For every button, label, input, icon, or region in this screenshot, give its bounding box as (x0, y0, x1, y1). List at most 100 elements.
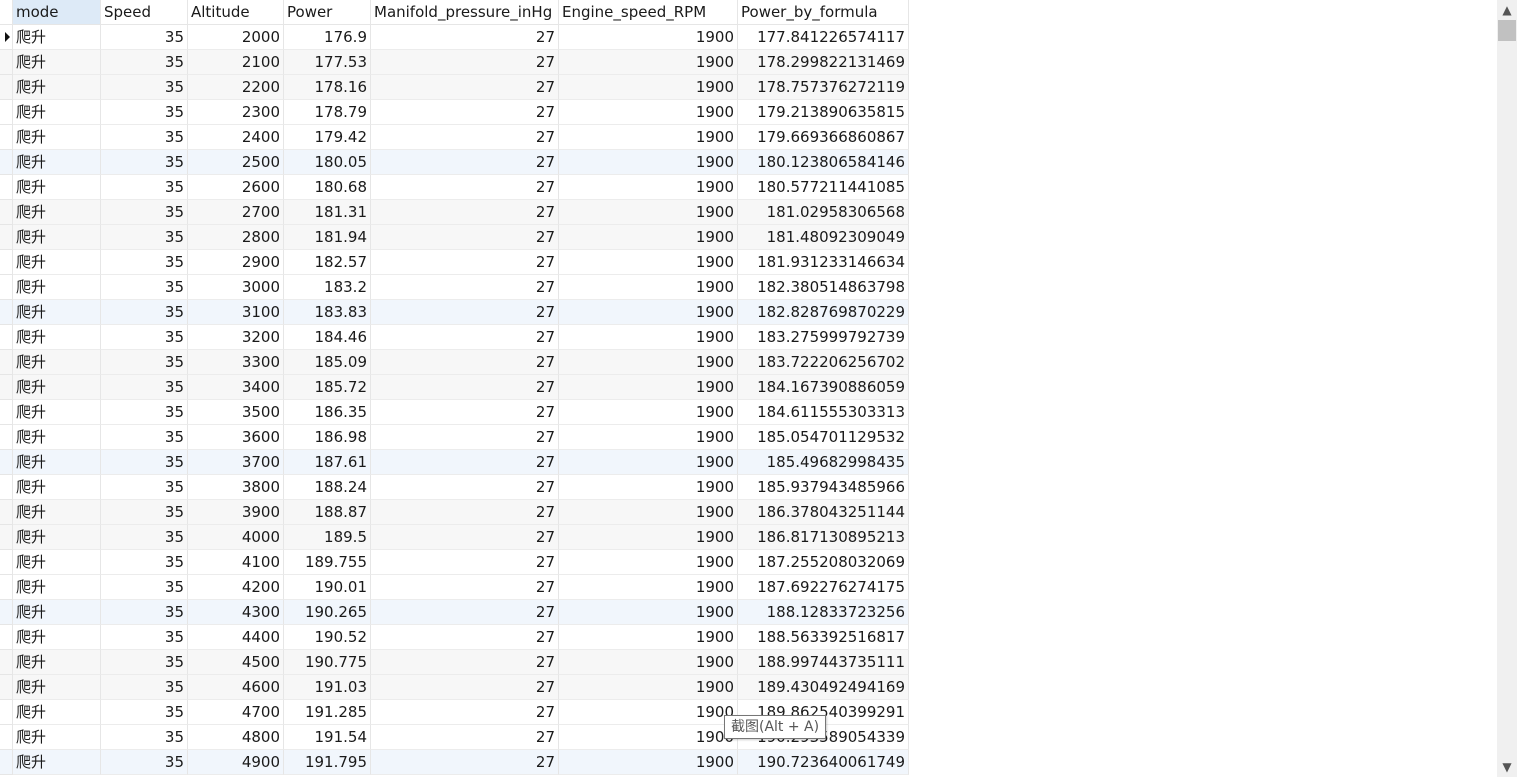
row-selector[interactable] (0, 575, 13, 600)
table-row[interactable]: 爬升 35 3200 184.46 27 1900 183.275999792739 (0, 325, 909, 350)
cell-engine-speed[interactable]: 1900 (559, 400, 738, 425)
cell-mode[interactable]: 爬升 (13, 475, 101, 500)
cell-power-by-formula[interactable]: 186.378043251144 (738, 500, 909, 525)
cell-power[interactable]: 179.42 (284, 125, 371, 150)
table-row[interactable]: 爬升 35 3900 188.87 27 1900 186.378043251144 (0, 500, 909, 525)
row-selector[interactable] (0, 100, 13, 125)
cell-speed[interactable]: 35 (101, 350, 188, 375)
cell-mode[interactable]: 爬升 (13, 125, 101, 150)
cell-engine-speed[interactable]: 1900 (559, 25, 738, 50)
cell-mode[interactable]: 爬升 (13, 275, 101, 300)
cell-speed[interactable]: 35 (101, 675, 188, 700)
cell-power[interactable]: 181.31 (284, 200, 371, 225)
row-selector[interactable] (0, 675, 13, 700)
table-row[interactable]: 爬升 35 2400 179.42 27 1900 179.669366860867 (0, 125, 909, 150)
cell-speed[interactable]: 35 (101, 550, 188, 575)
cell-speed[interactable]: 35 (101, 425, 188, 450)
cell-manifold-pressure[interactable]: 27 (371, 400, 559, 425)
cell-mode[interactable]: 爬升 (13, 450, 101, 475)
cell-altitude[interactable]: 2600 (188, 175, 284, 200)
cell-manifold-pressure[interactable]: 27 (371, 625, 559, 650)
cell-altitude[interactable]: 2000 (188, 25, 284, 50)
cell-manifold-pressure[interactable]: 27 (371, 375, 559, 400)
cell-engine-speed[interactable]: 1900 (559, 625, 738, 650)
row-selector[interactable] (0, 550, 13, 575)
table-row[interactable]: 爬升 35 4200 190.01 27 1900 187.692276274175 (0, 575, 909, 600)
cell-mode[interactable]: 爬升 (13, 325, 101, 350)
cell-mode[interactable]: 爬升 (13, 25, 101, 50)
cell-power-by-formula[interactable]: 188.997443735111 (738, 650, 909, 675)
cell-mode[interactable]: 爬升 (13, 500, 101, 525)
cell-manifold-pressure[interactable]: 27 (371, 325, 559, 350)
row-selector[interactable] (0, 600, 13, 625)
table-row[interactable]: 爬升 35 4300 190.265 27 1900 188.12833723256 (0, 600, 909, 625)
cell-power-by-formula[interactable]: 186.817130895213 (738, 525, 909, 550)
cell-power[interactable]: 182.57 (284, 250, 371, 275)
cell-power[interactable]: 189.5 (284, 525, 371, 550)
cell-power[interactable]: 191.03 (284, 675, 371, 700)
cell-engine-speed[interactable]: 1900 (559, 300, 738, 325)
cell-speed[interactable]: 35 (101, 625, 188, 650)
cell-power-by-formula[interactable]: 188.12833723256 (738, 600, 909, 625)
cell-mode[interactable]: 爬升 (13, 100, 101, 125)
row-selector[interactable] (0, 700, 13, 725)
cell-mode[interactable]: 爬升 (13, 575, 101, 600)
cell-altitude[interactable]: 3800 (188, 475, 284, 500)
column-header-speed[interactable]: Speed (101, 0, 188, 25)
cell-speed[interactable]: 35 (101, 450, 188, 475)
cell-speed[interactable]: 35 (101, 725, 188, 750)
cell-engine-speed[interactable]: 1900 (559, 125, 738, 150)
cell-speed[interactable]: 35 (101, 150, 188, 175)
table-row[interactable]: 爬升 35 2900 182.57 27 1900 181.931233146634 (0, 250, 909, 275)
cell-manifold-pressure[interactable]: 27 (371, 750, 559, 775)
table-row[interactable]: 爬升 35 3400 185.72 27 1900 184.167390886059 (0, 375, 909, 400)
cell-engine-speed[interactable]: 1900 (559, 250, 738, 275)
table-row[interactable]: 爬升 35 4400 190.52 27 1900 188.563392516817 (0, 625, 909, 650)
row-selector[interactable] (0, 350, 13, 375)
cell-mode[interactable]: 爬升 (13, 425, 101, 450)
cell-speed[interactable]: 35 (101, 325, 188, 350)
cell-engine-speed[interactable]: 1900 (559, 725, 738, 750)
cell-engine-speed[interactable]: 1900 (559, 475, 738, 500)
column-header-manifold-pressure[interactable]: Manifold_pressure_inHg (371, 0, 559, 25)
cell-manifold-pressure[interactable]: 27 (371, 125, 559, 150)
cell-power[interactable]: 186.98 (284, 425, 371, 450)
cell-mode[interactable]: 爬升 (13, 400, 101, 425)
column-header-engine-speed[interactable]: Engine_speed_RPM (559, 0, 738, 25)
table-row[interactable]: 爬升 35 2800 181.94 27 1900 181.48092309049 (0, 225, 909, 250)
cell-altitude[interactable]: 2400 (188, 125, 284, 150)
table-row[interactable]: 爬升 35 3500 186.35 27 1900 184.611555303313 (0, 400, 909, 425)
cell-speed[interactable]: 35 (101, 525, 188, 550)
cell-speed[interactable]: 35 (101, 750, 188, 775)
cell-mode[interactable]: 爬升 (13, 225, 101, 250)
cell-manifold-pressure[interactable]: 27 (371, 650, 559, 675)
column-header-power[interactable]: Power (284, 0, 371, 25)
cell-altitude[interactable]: 2900 (188, 250, 284, 275)
cell-speed[interactable]: 35 (101, 375, 188, 400)
cell-speed[interactable]: 35 (101, 50, 188, 75)
row-selector[interactable] (0, 250, 13, 275)
row-selector[interactable] (0, 625, 13, 650)
cell-engine-speed[interactable]: 1900 (559, 575, 738, 600)
cell-altitude[interactable]: 2200 (188, 75, 284, 100)
table-row[interactable]: 爬升 35 4100 189.755 27 1900 187.255208032069 (0, 550, 909, 575)
cell-manifold-pressure[interactable]: 27 (371, 525, 559, 550)
row-selector[interactable] (0, 150, 13, 175)
table-row[interactable]: 爬升 35 2300 178.79 27 1900 179.213890635815 (0, 100, 909, 125)
cell-speed[interactable]: 35 (101, 600, 188, 625)
chevron-up-icon[interactable]: ▲ (1497, 0, 1517, 20)
cell-altitude[interactable]: 4300 (188, 600, 284, 625)
cell-mode[interactable]: 爬升 (13, 150, 101, 175)
cell-altitude[interactable]: 4700 (188, 700, 284, 725)
row-selector[interactable] (0, 375, 13, 400)
cell-mode[interactable]: 爬升 (13, 675, 101, 700)
table-row[interactable]: 爬升 35 2000 176.9 27 1900 177.841226574117 (0, 25, 909, 50)
row-selector[interactable] (0, 25, 13, 50)
cell-manifold-pressure[interactable]: 27 (371, 300, 559, 325)
cell-engine-speed[interactable]: 1900 (559, 350, 738, 375)
cell-mode[interactable]: 爬升 (13, 350, 101, 375)
cell-engine-speed[interactable]: 1900 (559, 500, 738, 525)
column-header-power-by-formula[interactable]: Power_by_formula (738, 0, 909, 25)
cell-altitude[interactable]: 3200 (188, 325, 284, 350)
cell-engine-speed[interactable]: 1900 (559, 175, 738, 200)
